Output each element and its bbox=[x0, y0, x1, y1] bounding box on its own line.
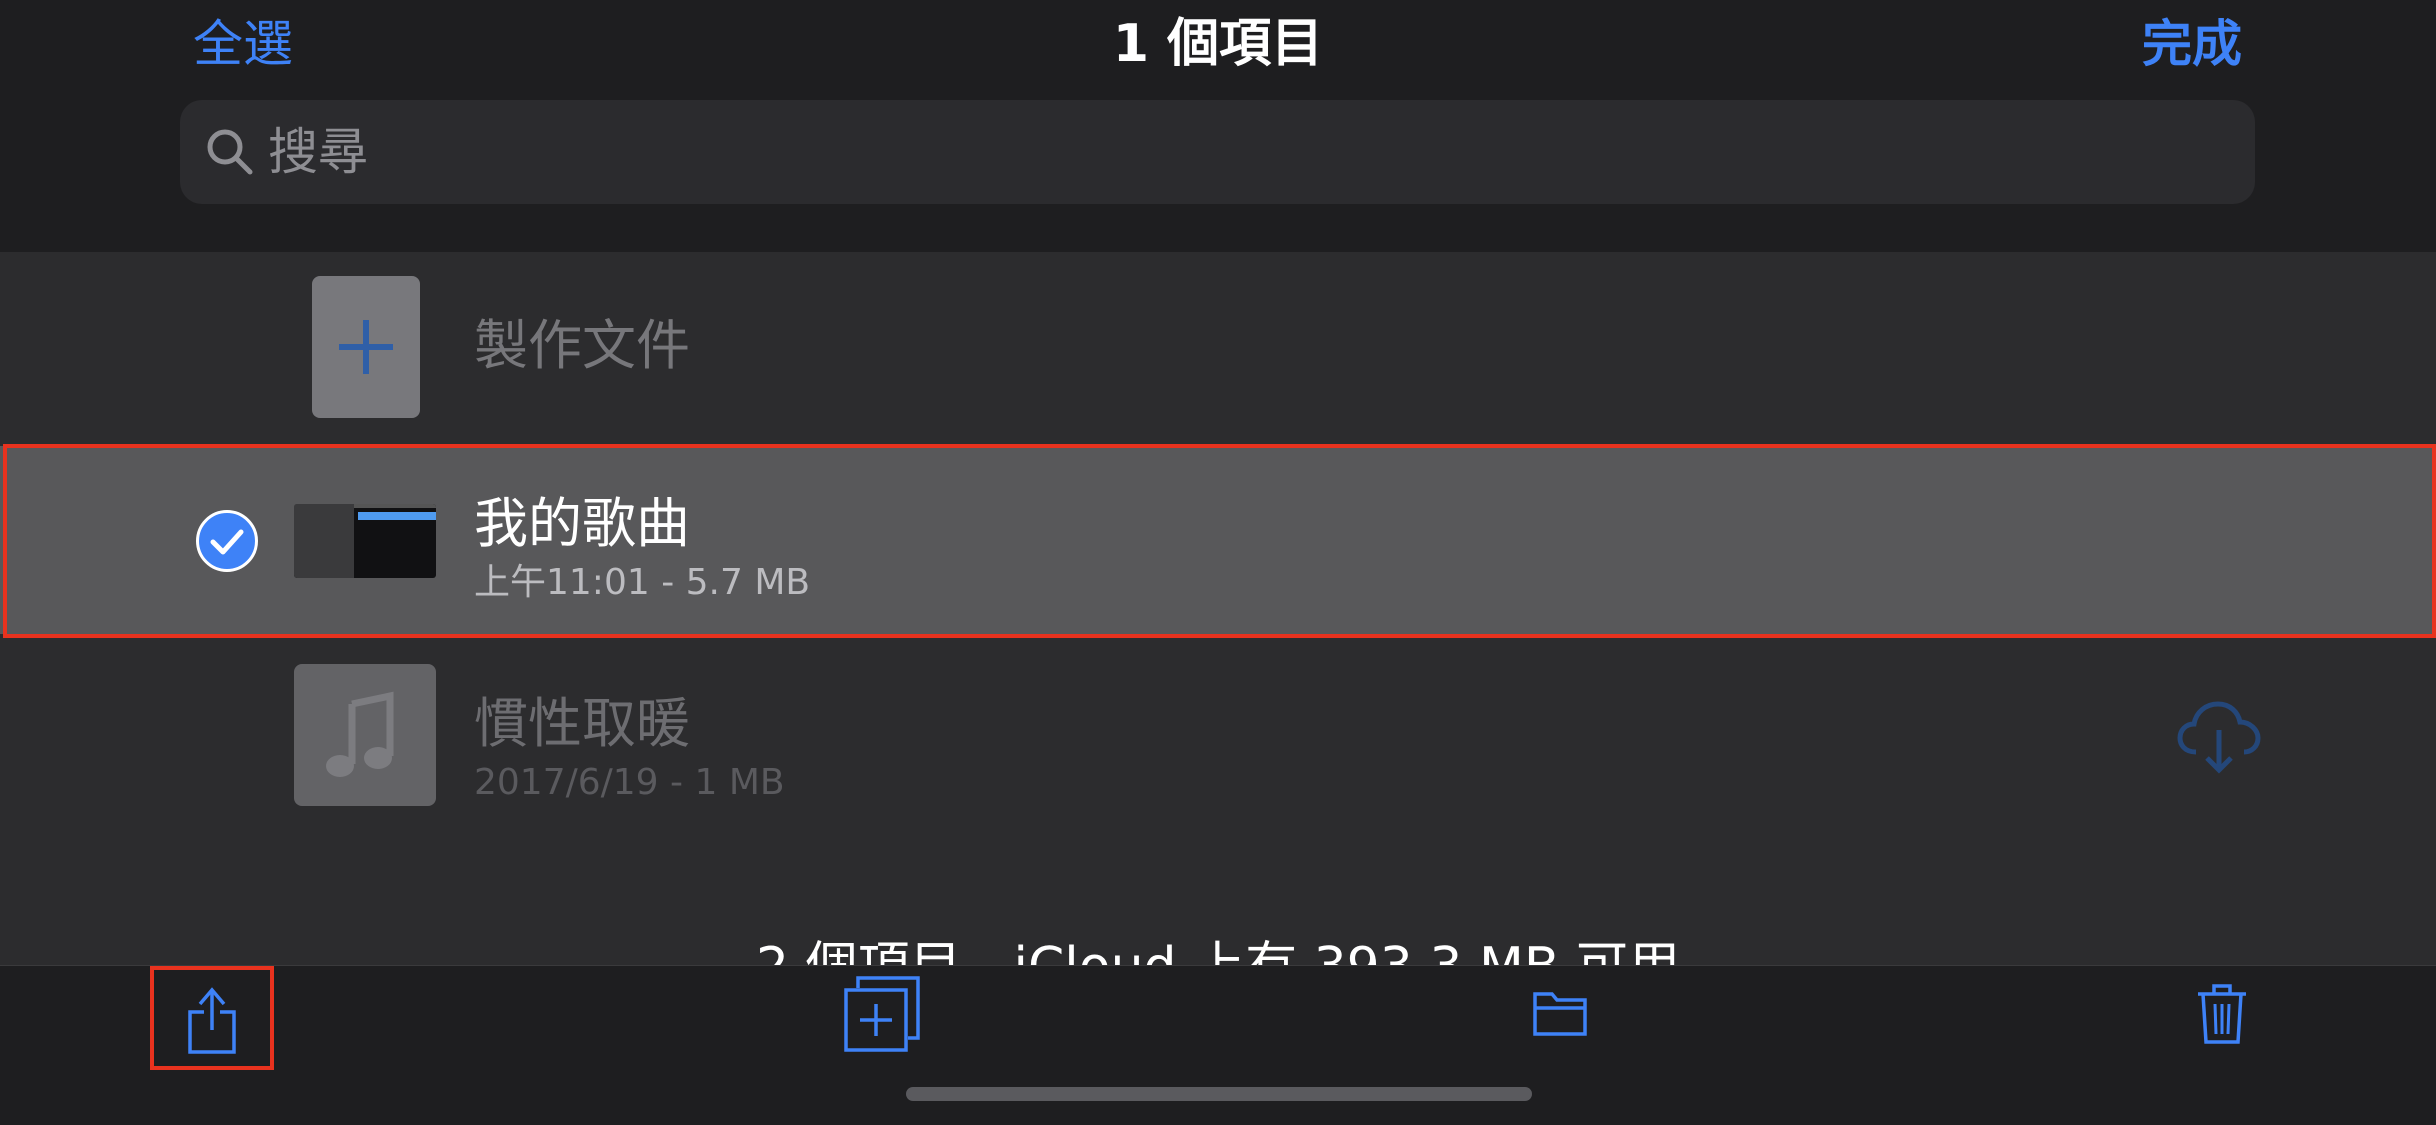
navigation-header: 全選 1 個項目 完成 bbox=[0, 0, 2436, 252]
thumbnail-region bbox=[358, 512, 436, 520]
storage-summary: 2 個項目，iCloud 上有 393.3 MB 可用 bbox=[0, 937, 2436, 965]
document-meta: 2017/6/19 - 1 MB bbox=[474, 762, 785, 803]
list-item-selected[interactable]: 我的歌曲 上午11:01 - 5.7 MB bbox=[0, 446, 2436, 634]
create-document-row[interactable]: 製作文件 bbox=[0, 252, 2436, 440]
duplicate-icon bbox=[844, 976, 920, 1052]
home-indicator bbox=[906, 1087, 1532, 1101]
folder-icon bbox=[1533, 992, 1587, 1036]
search-icon bbox=[207, 129, 253, 175]
document-list: 製作文件 我的歌曲 上午11:01 - 5.7 MB 慣性取暖 2017/6/1… bbox=[0, 252, 2436, 965]
delete-button[interactable] bbox=[2196, 982, 2248, 1046]
music-note-icon bbox=[326, 691, 394, 777]
document-meta: 上午11:01 - 5.7 MB bbox=[474, 562, 811, 603]
music-note-thumbnail bbox=[294, 664, 436, 806]
trash-icon bbox=[2198, 984, 2246, 1044]
plus-icon bbox=[339, 320, 393, 374]
create-document-label: 製作文件 bbox=[474, 314, 690, 377]
share-button[interactable] bbox=[150, 966, 274, 1070]
bottom-toolbar bbox=[0, 965, 2436, 1125]
cloud-download-icon[interactable] bbox=[2174, 690, 2264, 780]
page-title: 1 個項目 bbox=[1112, 14, 1324, 74]
document-thumbnail bbox=[294, 504, 436, 578]
files-app-screen: 全選 1 個項目 完成 製作文件 bbox=[0, 0, 2436, 1125]
duplicate-button[interactable] bbox=[842, 974, 922, 1054]
list-item[interactable]: 慣性取暖 2017/6/19 - 1 MB bbox=[0, 642, 2436, 830]
search-bar[interactable] bbox=[180, 100, 2255, 204]
checkmark-icon[interactable] bbox=[196, 510, 258, 572]
document-title: 慣性取暖 bbox=[474, 692, 690, 755]
create-document-thumbnail[interactable] bbox=[312, 276, 420, 418]
document-title: 我的歌曲 bbox=[474, 492, 690, 555]
thumbnail-track-panel bbox=[294, 504, 354, 578]
share-icon bbox=[188, 987, 236, 1054]
check-glyph-icon bbox=[210, 529, 244, 555]
move-to-folder-button[interactable] bbox=[1532, 986, 1588, 1038]
search-input[interactable] bbox=[268, 100, 2228, 204]
done-button[interactable]: 完成 bbox=[2142, 8, 2242, 80]
